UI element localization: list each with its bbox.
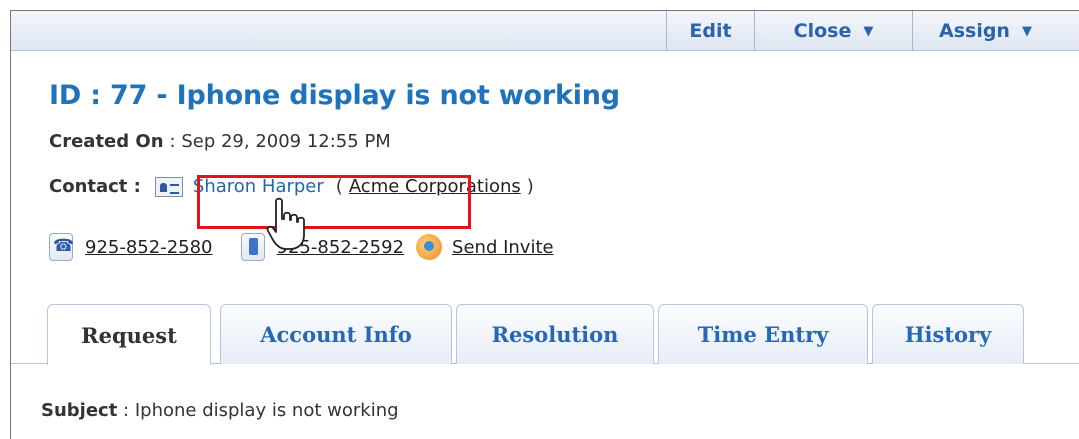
- toolbar: Edit Close ▼ Assign ▼: [11, 11, 1079, 51]
- tab-resolution[interactable]: Resolution: [456, 304, 654, 364]
- contact-highlight-box: [197, 175, 471, 229]
- tab-time-entry[interactable]: Time Entry: [658, 304, 868, 364]
- tab-time-entry-label: Time Entry: [697, 322, 829, 347]
- mobile-icon: [240, 233, 265, 261]
- subject-row: Subject : Iphone display is not working: [41, 400, 399, 421]
- vcard-icon[interactable]: [154, 176, 183, 197]
- assign-dropdown-button[interactable]: Assign ▼: [912, 11, 1079, 51]
- created-on-value: : Sep 29, 2009 12:55 PM: [169, 131, 391, 152]
- phone-icon: [49, 233, 74, 261]
- chevron-down-icon: ▼: [1021, 23, 1032, 39]
- tab-request-label: Request: [81, 322, 177, 348]
- request-tab-content: Subject : Iphone display is not working: [11, 364, 1079, 439]
- invite-icon: [416, 234, 443, 260]
- hand-cursor-icon: [266, 197, 305, 250]
- tab-history[interactable]: History: [872, 304, 1024, 364]
- send-invite-link[interactable]: Send Invite: [452, 237, 554, 258]
- edit-button[interactable]: Edit: [666, 11, 754, 51]
- tab-history-label: History: [904, 322, 992, 347]
- tab-account-info[interactable]: Account Info: [220, 304, 452, 364]
- tab-resolution-label: Resolution: [491, 322, 619, 347]
- request-details-panel: Edit Close ▼ Assign ▼ ID : 77 - Iphone d…: [10, 10, 1079, 439]
- close-dropdown-button[interactable]: Close ▼: [754, 11, 912, 51]
- tab-bar: Request Account Info Resolution Time Ent…: [11, 304, 1079, 365]
- created-on-row: Created On : Sep 29, 2009 12:55 PM: [49, 131, 391, 152]
- contact-label: Contact :: [49, 176, 141, 197]
- request-title: ID : 77 - Iphone display is not working: [49, 80, 620, 111]
- assign-button-label: Assign: [939, 20, 1010, 42]
- phone-link[interactable]: 925-852-2580: [85, 237, 213, 258]
- created-on-label: Created On: [49, 131, 164, 152]
- chevron-down-icon: ▼: [863, 23, 874, 39]
- subject-label: Subject: [41, 400, 118, 421]
- tab-account-info-label: Account Info: [260, 322, 412, 347]
- subject-value: : Iphone display is not working: [117, 400, 399, 421]
- edit-button-label: Edit: [689, 20, 732, 42]
- tab-request[interactable]: Request: [47, 304, 211, 365]
- paren-close: ): [526, 176, 534, 197]
- close-button-label: Close: [793, 20, 852, 42]
